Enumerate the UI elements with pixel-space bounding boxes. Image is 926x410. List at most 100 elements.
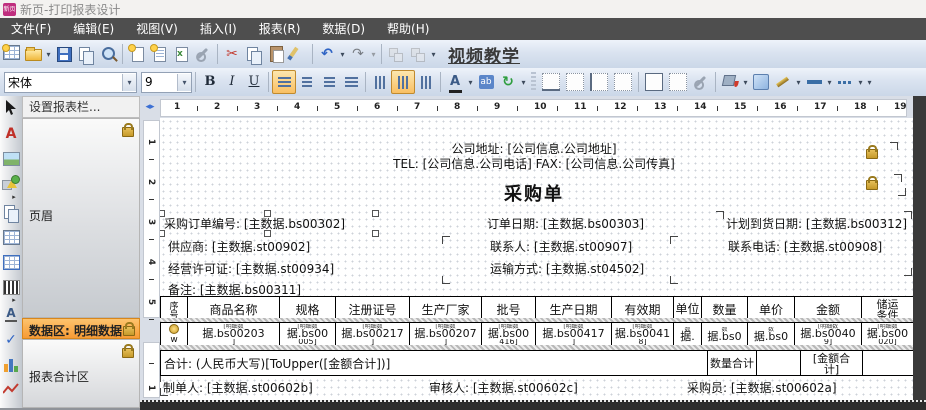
band-report-total[interactable]: 报表合计区 <box>22 339 140 408</box>
export-button[interactable]: x <box>171 43 191 65</box>
field-order-no[interactable]: 采购订单编号: [主数据.bs00302] <box>164 215 345 232</box>
print-preview-button[interactable] <box>98 43 118 65</box>
copy-button[interactable] <box>244 43 264 65</box>
cell-field[interactable]: 数据. <box>674 323 702 346</box>
border-inside-button[interactable] <box>669 73 687 91</box>
field-contact[interactable]: 联系人: [主数据.st00907] <box>490 238 632 255</box>
cell-field[interactable]: 数据.bs0 <box>748 323 795 346</box>
fill-color-button[interactable] <box>720 71 740 93</box>
fill-color-dropdown[interactable]: ▾ <box>741 78 750 87</box>
refresh-button[interactable]: ↻ <box>497 71 519 93</box>
field-transport[interactable]: 运输方式: [主数据.st04502] <box>490 260 644 277</box>
cell-field[interactable]: 数据.bs0 <box>702 323 748 346</box>
selection-handle[interactable] <box>372 210 379 217</box>
empty-cell[interactable] <box>757 351 801 376</box>
band-detail-data[interactable]: 数据区: 明细数据 <box>22 318 140 339</box>
band-panel-header[interactable]: 设置报表栏... <box>22 96 140 118</box>
settings-wrench-button[interactable] <box>193 43 213 65</box>
font-name-combo[interactable]: 宋体 ▾ <box>4 72 137 93</box>
new-template-button[interactable] <box>149 43 169 65</box>
detail-table-row[interactable]: w [明细数据.bs00203] [明细数据.bs00005] [明细数据.bs… <box>160 322 913 346</box>
cell-row-number[interactable]: w <box>161 323 188 346</box>
toolbar-grab-handle[interactable] <box>531 72 536 92</box>
company-telfax-field[interactable]: TEL: [公司信息.公司电话] FAX: [公司信息.公司传真] <box>284 155 784 172</box>
border-bottom-button[interactable] <box>542 73 560 91</box>
format-painter-button[interactable] <box>288 43 308 65</box>
menu-edit[interactable]: 编辑(E) <box>62 18 125 40</box>
total-label-cell[interactable]: 合计: (人民币大写)[ToUpper([金额合计])] <box>161 351 708 376</box>
font-size-combo[interactable]: 9 ▾ <box>141 72 192 93</box>
underline-button[interactable]: U <box>243 71 265 93</box>
field-supplier[interactable]: 供应商: [主数据.st00902] <box>168 238 310 255</box>
shade-button[interactable] <box>750 71 772 93</box>
line-style-button[interactable] <box>834 71 856 93</box>
toolbar-overflow[interactable]: ▾ <box>519 78 528 87</box>
open-button[interactable] <box>23 43 43 65</box>
barcode-tool[interactable] <box>2 278 20 296</box>
band-page-header[interactable]: 页眉 <box>22 118 140 318</box>
highlight-button[interactable]: ab <box>475 71 497 93</box>
menu-report[interactable]: 报表(R) <box>248 18 312 40</box>
image-tool[interactable] <box>2 150 20 168</box>
border-none-button[interactable] <box>566 73 584 91</box>
border-settings-button[interactable] <box>691 71 711 93</box>
menu-data[interactable]: 数据(D) <box>311 18 376 40</box>
cell-field[interactable]: [明细数据.bs00207] <box>410 323 482 346</box>
new-page-button[interactable] <box>127 43 147 65</box>
chevron-down-icon[interactable]: ▾ <box>122 74 136 91</box>
field-planned-date[interactable]: 计划到货日期: [主数据.bs00312] <box>726 215 907 232</box>
barchart-tool[interactable] <box>2 356 20 374</box>
report-canvas[interactable]: 公司地址: [公司信息.公司地址] TEL: [公司信息.公司电话] FAX: … <box>160 118 913 400</box>
align-center-button[interactable] <box>296 71 318 93</box>
line-weight-dropdown[interactable]: ▾ <box>825 78 834 87</box>
report-title[interactable]: 采购单 <box>284 180 784 206</box>
field-license[interactable]: 经营许可证: [主数据.st00934] <box>168 260 334 277</box>
new-report-button[interactable] <box>1 43 21 65</box>
font-color-dropdown[interactable]: ▾ <box>466 78 475 87</box>
linechart-tool[interactable] <box>2 381 20 399</box>
valign-middle-button[interactable] <box>391 70 415 94</box>
field-auditor[interactable]: 审核人: [主数据.st00602c] <box>429 379 578 396</box>
field-maker[interactable]: 制单人: [主数据.st00602b] <box>163 379 313 396</box>
bold-button[interactable]: B <box>199 71 221 93</box>
cell-field[interactable]: [明细数据.bs00409] <box>795 323 862 346</box>
undo-button[interactable]: ↶ <box>317 43 337 65</box>
ruler-nav-arrows[interactable]: ◂▸ <box>140 96 160 118</box>
undo-dropdown[interactable]: ▾ <box>338 50 347 59</box>
field-buyer[interactable]: 采购员: [主数据.st00602a] <box>687 379 837 396</box>
cell-field[interactable]: [明细数据.bs00418] <box>612 323 674 346</box>
align-justify-button[interactable] <box>340 71 362 93</box>
table-tool[interactable] <box>2 228 20 246</box>
valign-top-button[interactable] <box>369 71 391 93</box>
crosstab-tool[interactable] <box>2 253 20 271</box>
border-left-button[interactable] <box>590 73 608 91</box>
richtext-tool[interactable]: A <box>2 306 20 324</box>
totals-row[interactable]: 合计: (人民币大写)[ToUpper([金额合计])] 数量合计 [金额合计] <box>160 350 913 376</box>
video-tutorial-link[interactable]: 视频教学 <box>448 42 520 67</box>
italic-button[interactable]: I <box>221 71 243 93</box>
font-color-button[interactable]: A <box>444 71 466 93</box>
line-style-dropdown[interactable]: ▾ <box>856 78 865 87</box>
cell-field[interactable]: [明细数据.bs00417] <box>536 323 612 346</box>
qty-total-cell[interactable]: 数量合计 <box>708 351 757 376</box>
border-all-button[interactable] <box>614 73 632 91</box>
menu-file[interactable]: 文件(F) <box>0 18 62 40</box>
chevron-down-icon[interactable]: ▾ <box>177 74 191 91</box>
amount-total-cell[interactable]: [金额合计] <box>801 351 863 376</box>
cell-field[interactable]: [明细数据.bs00020] <box>862 323 914 346</box>
align-left-button[interactable] <box>272 70 296 94</box>
subreport-tool[interactable] <box>2 203 20 221</box>
border-outline-button[interactable] <box>645 73 663 91</box>
checkbox-tool[interactable]: ✓ <box>2 331 20 349</box>
save-as-pages-button[interactable] <box>76 43 96 65</box>
cell-field[interactable]: [明细数据.bs00005] <box>280 323 336 346</box>
cut-button[interactable]: ✂ <box>222 43 242 65</box>
select-tool[interactable] <box>2 100 20 118</box>
shape-tool[interactable] <box>2 175 20 193</box>
menu-view[interactable]: 视图(V) <box>125 18 189 40</box>
label-tool[interactable]: A <box>2 125 20 143</box>
cell-field[interactable]: [明细数据.bs00217] <box>336 323 410 346</box>
open-dropdown[interactable]: ▾ <box>44 50 53 59</box>
cell-field[interactable]: [明细数据.bs00203] <box>188 323 280 346</box>
line-color-button[interactable] <box>773 71 793 93</box>
